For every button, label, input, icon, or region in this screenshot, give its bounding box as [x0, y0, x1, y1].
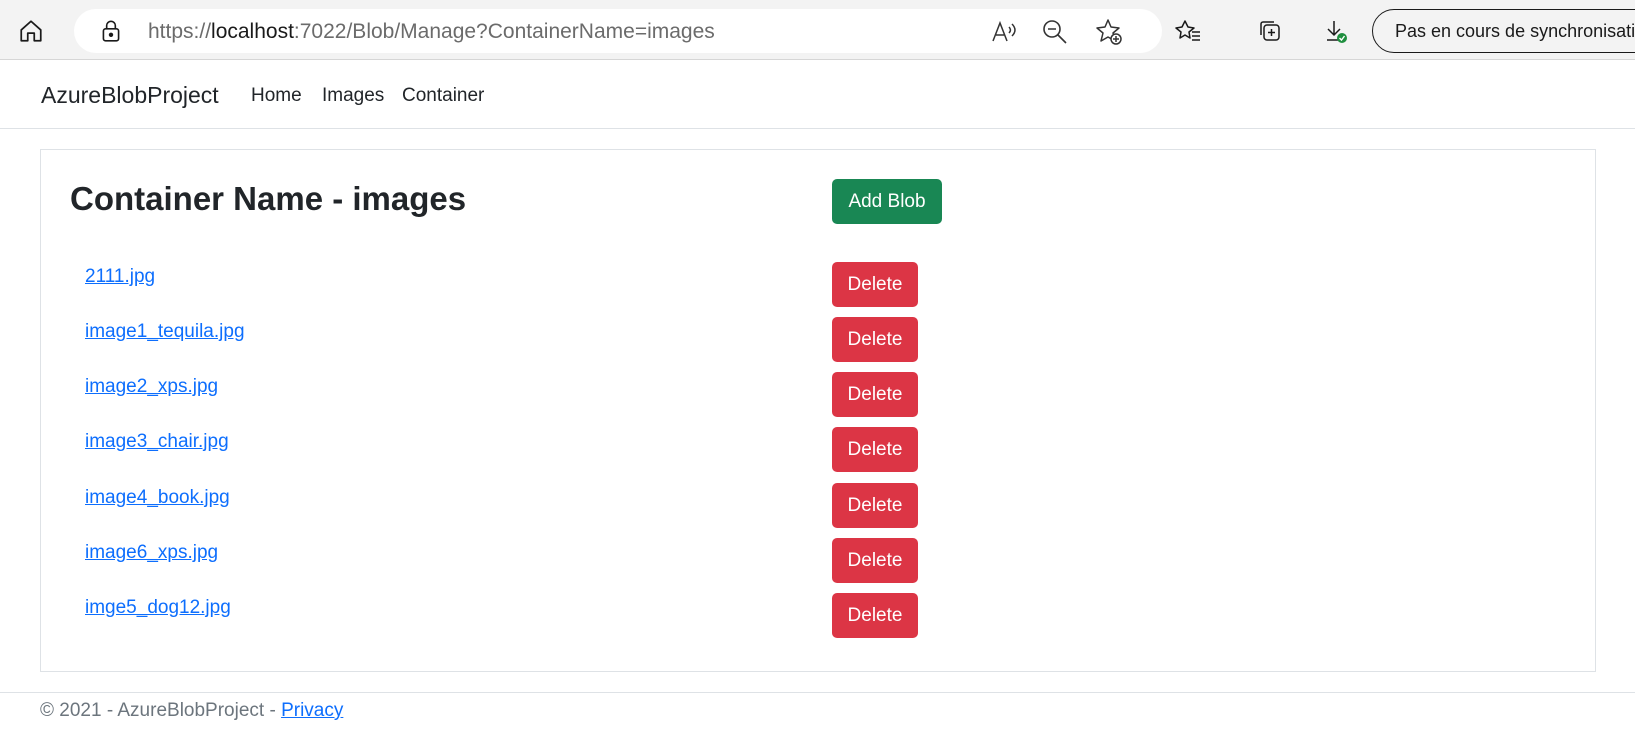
- collections-icon[interactable]: [1250, 12, 1290, 50]
- url-path: :7022/Blob/Manage?ContainerName=images: [293, 20, 715, 43]
- nav-images[interactable]: Images: [322, 85, 384, 107]
- blob-link[interactable]: image3_chair.jpg: [85, 431, 229, 453]
- url-host: localhost: [211, 20, 294, 43]
- sync-label: Pas en cours de synchronisation: [1395, 21, 1635, 41]
- delete-button[interactable]: Delete: [832, 317, 918, 362]
- sync-status-button[interactable]: Pas en cours de synchronisation: [1372, 9, 1635, 53]
- footer: © 2021 - AzureBlobProject - Privacy: [0, 692, 1635, 730]
- blob-link[interactable]: imge5_dog12.jpg: [85, 597, 231, 619]
- url-text[interactable]: https://localhost:7022/Blob/Manage?Conta…: [148, 20, 715, 44]
- delete-button[interactable]: Delete: [832, 593, 918, 638]
- blob-link[interactable]: image4_book.jpg: [85, 487, 230, 509]
- delete-button[interactable]: Delete: [832, 483, 918, 528]
- navbar-brand[interactable]: AzureBlobProject: [41, 82, 219, 109]
- privacy-link[interactable]: Privacy: [281, 700, 343, 721]
- add-blob-button[interactable]: Add Blob: [832, 179, 942, 224]
- blob-link[interactable]: image1_tequila.jpg: [85, 321, 245, 343]
- nav-home[interactable]: Home: [251, 85, 302, 107]
- blob-link[interactable]: 2111.jpg: [85, 266, 155, 288]
- downloads-icon[interactable]: [1316, 12, 1356, 50]
- delete-button[interactable]: Delete: [832, 262, 918, 307]
- home-icon[interactable]: [11, 12, 51, 50]
- url-prefix: https://: [148, 20, 212, 43]
- delete-button[interactable]: Delete: [832, 538, 918, 583]
- lock-icon[interactable]: [98, 18, 124, 44]
- footer-text: © 2021 - AzureBlobProject - Privacy: [40, 700, 343, 722]
- browser-toolbar: https://localhost:7022/Blob/Manage?Conta…: [0, 0, 1635, 60]
- delete-button[interactable]: Delete: [832, 372, 918, 417]
- blob-link[interactable]: image6_xps.jpg: [85, 542, 218, 564]
- copyright-text: © 2021 - AzureBlobProject -: [40, 700, 282, 721]
- delete-button[interactable]: Delete: [832, 427, 918, 472]
- read-aloud-icon[interactable]: [988, 17, 1018, 47]
- navbar: AzureBlobProject Home Images Container: [0, 60, 1635, 129]
- blob-link[interactable]: image2_xps.jpg: [85, 376, 218, 398]
- zoom-out-icon[interactable]: [1040, 17, 1070, 47]
- container-card: [40, 149, 1596, 672]
- nav-container[interactable]: Container: [402, 85, 484, 107]
- favorites-icon[interactable]: [1168, 12, 1208, 50]
- page-title: Container Name - images: [70, 180, 467, 217]
- add-favorite-icon[interactable]: [1094, 17, 1124, 47]
- address-bar[interactable]: https://localhost:7022/Blob/Manage?Conta…: [74, 9, 1162, 53]
